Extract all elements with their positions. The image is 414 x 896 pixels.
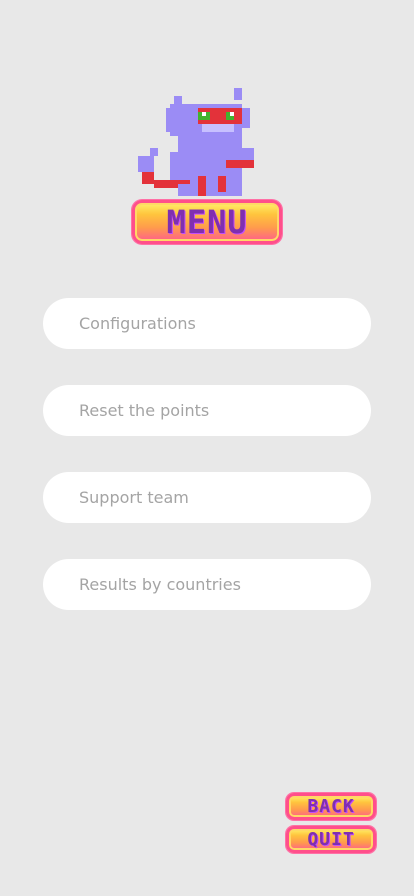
reset-points-button[interactable]: Reset the points (43, 385, 371, 436)
quit-button[interactable]: QUIT (286, 826, 376, 853)
configurations-button[interactable]: Configurations (43, 298, 371, 349)
menu-list: Configurations Reset the points Support … (43, 298, 371, 646)
support-team-button[interactable]: Support team (43, 472, 371, 523)
menu-badge: MENU (132, 200, 282, 244)
pixel-cat-icon (138, 88, 254, 196)
results-by-countries-button[interactable]: Results by countries (43, 559, 371, 610)
back-button[interactable]: BACK (286, 793, 376, 820)
